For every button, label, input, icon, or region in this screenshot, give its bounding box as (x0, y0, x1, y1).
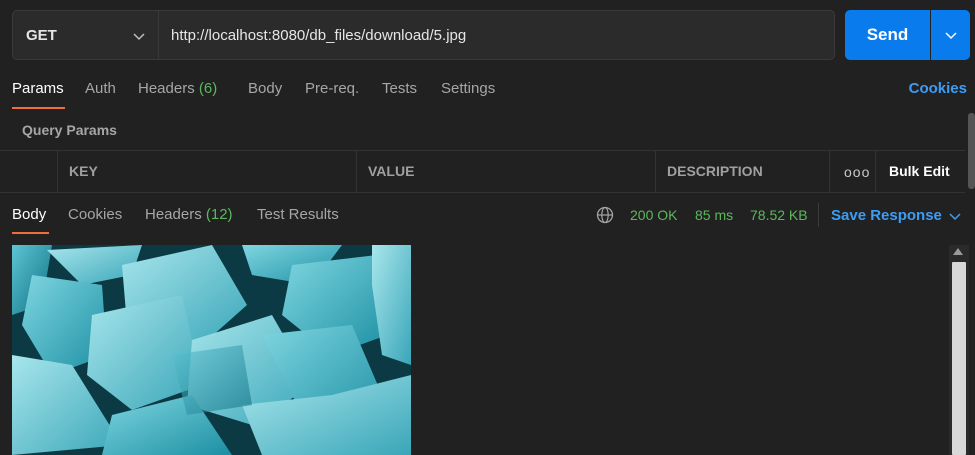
tab-response-headers-label: Headers (145, 206, 202, 223)
url-value: http://localhost:8080/db_files/download/… (171, 27, 467, 44)
tab-headers-count: (6) (198, 80, 218, 97)
send-button[interactable]: Send (845, 10, 930, 60)
save-response-button[interactable]: Save Response (831, 207, 942, 224)
request-scrollbar[interactable] (968, 113, 975, 189)
active-tab-indicator (12, 107, 65, 109)
column-value: VALUE (356, 151, 655, 192)
query-params-heading: Query Params (22, 122, 117, 138)
more-icon: ooo (844, 164, 871, 180)
column-description-label: DESCRIPTION (667, 163, 763, 179)
column-key: KEY (57, 151, 356, 192)
request-url-row: GET http://localhost:8080/db_files/downl… (12, 10, 970, 60)
tab-response-cookies[interactable]: Cookies (68, 206, 122, 223)
tab-body[interactable]: Body (248, 80, 282, 97)
params-table-header: KEY VALUE DESCRIPTION ooo Bulk Edit (0, 150, 965, 193)
globe-icon[interactable] (596, 206, 614, 224)
response-image (12, 245, 411, 455)
bulk-edit-button[interactable]: Bulk Edit (875, 151, 965, 192)
more-options-button[interactable]: ooo (829, 151, 875, 192)
request-tabs: Params Auth Headers (6) Body Pre-req. Te… (12, 80, 972, 110)
scroll-up-arrow-icon[interactable] (953, 248, 963, 255)
column-description: DESCRIPTION (655, 151, 829, 192)
response-image-preview (12, 245, 411, 455)
active-response-tab-indicator (12, 232, 49, 234)
tab-headers[interactable]: Headers (6) (138, 80, 217, 97)
response-time[interactable]: 85 ms (695, 207, 733, 223)
status-code[interactable]: 200 OK (630, 207, 677, 223)
scrollbar-thumb[interactable] (952, 262, 966, 455)
response-tabs: Body Cookies Headers (12) Test Results (12, 206, 972, 236)
divider (818, 203, 819, 227)
method-value: GET (26, 27, 57, 44)
tab-tests[interactable]: Tests (382, 80, 417, 97)
tab-headers-label: Headers (138, 80, 195, 97)
chevron-down-icon[interactable] (948, 209, 962, 223)
tab-params[interactable]: Params (12, 80, 64, 97)
method-select[interactable]: GET (12, 10, 158, 60)
chevron-down-icon (945, 32, 957, 40)
url-input[interactable]: http://localhost:8080/db_files/download/… (158, 10, 835, 60)
response-size[interactable]: 78.52 KB (750, 207, 808, 223)
tab-pre-request[interactable]: Pre-req. (305, 80, 359, 97)
chevron-down-icon (133, 33, 145, 41)
tab-response-headers-count: (12) (205, 206, 233, 223)
column-value-label: VALUE (368, 163, 415, 179)
tab-test-results[interactable]: Test Results (257, 206, 339, 223)
tab-settings[interactable]: Settings (441, 80, 495, 97)
bulk-edit-label: Bulk Edit (889, 163, 950, 179)
send-options-button[interactable] (931, 10, 970, 60)
tab-response-body[interactable]: Body (12, 206, 46, 223)
column-key-label: KEY (69, 163, 98, 179)
tab-auth[interactable]: Auth (85, 80, 116, 97)
cookies-link[interactable]: Cookies (909, 80, 967, 97)
tab-response-headers[interactable]: Headers (12) (145, 206, 233, 223)
